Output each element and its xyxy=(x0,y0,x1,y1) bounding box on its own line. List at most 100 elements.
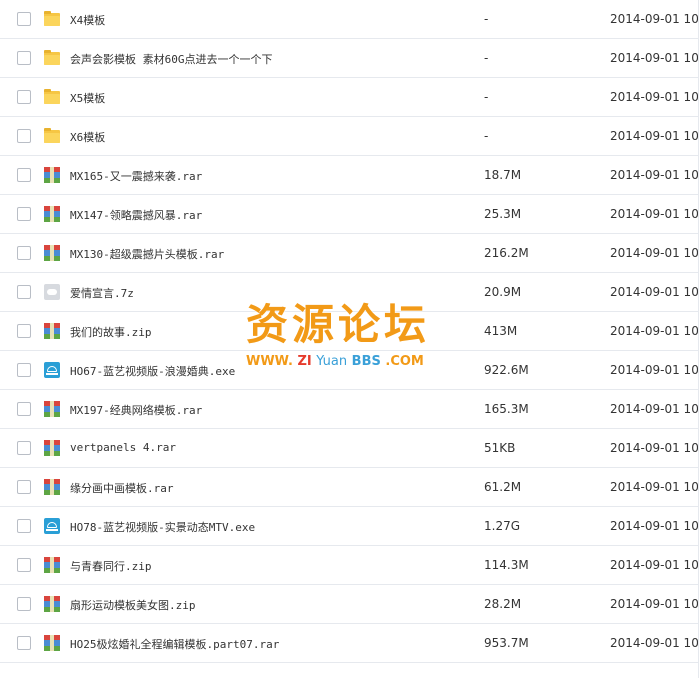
file-name-link[interactable]: MX147-领略震撼风暴.rar xyxy=(70,207,202,223)
file-name-link[interactable]: 我们的故事.zip xyxy=(70,324,152,340)
file-name-link[interactable]: HO25极炫婚礼全程编辑模板.part07.rar xyxy=(70,636,279,652)
file-row[interactable]: X4模板 - 2014-09-01 10:3 xyxy=(0,0,699,39)
file-size: - xyxy=(484,129,489,143)
row-checkbox[interactable] xyxy=(17,51,31,65)
file-size: 20.9M xyxy=(484,285,522,299)
file-name-link[interactable]: 爱情宣言.7z xyxy=(70,285,134,301)
file-size: 114.3M xyxy=(484,558,529,572)
file-row[interactable]: 扇形运动模板美女图.zip 28.2M 2014-09-01 10:3 xyxy=(0,585,699,624)
row-checkbox[interactable] xyxy=(17,597,31,611)
file-date: 2014-09-01 10:3 xyxy=(610,90,699,104)
rar-icon xyxy=(44,479,60,495)
file-row[interactable]: X6模板 - 2014-09-01 10:3 xyxy=(0,117,699,156)
file-size: - xyxy=(484,90,489,104)
file-date: 2014-09-01 10:3 xyxy=(610,558,699,572)
file-size: 922.6M xyxy=(484,363,529,377)
file-date: 2014-09-01 10:3 xyxy=(610,480,699,494)
row-checkbox[interactable] xyxy=(17,519,31,533)
rar-icon xyxy=(44,245,60,261)
file-name-link[interactable]: HO78-蓝艺视频版-实景动态MTV.exe xyxy=(70,519,255,535)
row-checkbox[interactable] xyxy=(17,363,31,377)
file-size: 51KB xyxy=(484,441,516,455)
rar-icon xyxy=(44,323,60,339)
row-checkbox[interactable] xyxy=(17,636,31,650)
file-row[interactable]: 会声会影模板 素材60G点进去一个一个下 - 2014-09-01 10:3 xyxy=(0,39,699,78)
folder-icon xyxy=(44,89,60,105)
file-name-link[interactable]: MX197-经典网络模板.rar xyxy=(70,402,202,418)
file-row[interactable]: MX197-经典网络模板.rar 165.3M 2014-09-01 10:3 xyxy=(0,390,699,429)
exe-icon xyxy=(44,518,60,534)
rar-icon xyxy=(44,635,60,651)
rar-icon xyxy=(44,401,60,417)
file-row[interactable]: MX165-又一震撼来袭.rar 18.7M 2014-09-01 10:3 xyxy=(0,156,699,195)
file-name-link[interactable]: 扇形运动模板美女图.zip xyxy=(70,597,196,613)
file-row[interactable]: HO78-蓝艺视频版-实景动态MTV.exe 1.27G 2014-09-01 10… xyxy=(0,507,699,546)
rar-icon xyxy=(44,167,60,183)
row-checkbox[interactable] xyxy=(17,441,31,455)
file-date: 2014-09-01 10:3 xyxy=(610,285,699,299)
file-date: 2014-09-01 10:3 xyxy=(610,168,699,182)
watermark-url-yuan: Yuan xyxy=(316,354,348,369)
watermark-url-com: .COM xyxy=(385,354,424,369)
row-checkbox[interactable] xyxy=(17,246,31,260)
file-date: 2014-09-01 10:3 xyxy=(610,597,699,611)
row-checkbox[interactable] xyxy=(17,558,31,572)
folder-icon xyxy=(44,128,60,144)
row-checkbox[interactable] xyxy=(17,12,31,26)
row-checkbox[interactable] xyxy=(17,480,31,494)
rar-icon xyxy=(44,206,60,222)
file-size: 28.2M xyxy=(484,597,522,611)
file-name-link[interactable]: 会声会影模板 素材60G点进去一个一个下 xyxy=(70,51,273,67)
file-date: 2014-09-01 10:3 xyxy=(610,402,699,416)
file-row[interactable]: 与青春同行.zip 114.3M 2014-09-01 10:3 xyxy=(0,546,699,585)
file-name-link[interactable]: 与青春同行.zip xyxy=(70,558,152,574)
watermark: 资源论坛 WWW. ZI Yuan BBS .COM xyxy=(246,302,456,370)
file-name-link[interactable]: X4模板 xyxy=(70,12,105,28)
row-checkbox[interactable] xyxy=(17,168,31,182)
file-date: 2014-09-01 10:3 xyxy=(610,207,699,221)
file-row[interactable]: 缘分画中画模板.rar 61.2M 2014-09-01 10:3 xyxy=(0,468,699,507)
file-date: 2014-09-01 10:3 xyxy=(610,363,699,377)
file-row[interactable]: X5模板 - 2014-09-01 10:3 xyxy=(0,78,699,117)
row-checkbox[interactable] xyxy=(17,90,31,104)
file-size: - xyxy=(484,51,489,65)
file-size: 1.27G xyxy=(484,519,521,533)
file-name-link[interactable]: MX130-超级震撼片头模板.rar xyxy=(70,246,224,262)
file-date: 2014-09-01 10:3 xyxy=(610,636,699,650)
rar-icon xyxy=(44,596,60,612)
file-name-link[interactable]: vertpanels 4.rar xyxy=(70,441,176,454)
watermark-url-bbs: BBS xyxy=(351,354,381,369)
file-size: 18.7M xyxy=(484,168,522,182)
row-checkbox[interactable] xyxy=(17,285,31,299)
row-checkbox[interactable] xyxy=(17,402,31,416)
file-date: 2014-09-01 10:3 xyxy=(610,519,699,533)
file-date: 2014-09-01 10:3 xyxy=(610,246,699,260)
rar-icon xyxy=(44,440,60,456)
file-row[interactable]: MX130-超级震撼片头模板.rar 216.2M 2014-09-01 10:3 xyxy=(0,234,699,273)
watermark-url-zi: ZI xyxy=(297,354,312,369)
watermark-url: WWW. ZI Yuan BBS .COM xyxy=(246,354,456,370)
file-size: 216.2M xyxy=(484,246,529,260)
file-name-link[interactable]: 缘分画中画模板.rar xyxy=(70,480,174,496)
file-date: 2014-09-01 10:3 xyxy=(610,441,699,455)
file-row[interactable]: MX147-领略震撼风暴.rar 25.3M 2014-09-01 10:3 xyxy=(0,195,699,234)
file-name-link[interactable]: X5模板 xyxy=(70,90,105,106)
file-row[interactable]: vertpanels 4.rar 51KB 2014-09-01 10:3 xyxy=(0,429,699,468)
file-size: 61.2M xyxy=(484,480,522,494)
file-row[interactable]: HO25极炫婚礼全程编辑模板.part07.rar 953.7M 2014-09-0… xyxy=(0,624,699,663)
file-date: 2014-09-01 10:3 xyxy=(610,324,699,338)
folder-icon xyxy=(44,50,60,66)
row-checkbox[interactable] xyxy=(17,324,31,338)
row-checkbox[interactable] xyxy=(17,207,31,221)
archive-7z-icon xyxy=(44,284,60,300)
folder-icon xyxy=(44,11,60,27)
file-size: - xyxy=(484,12,489,26)
file-size: 413M xyxy=(484,324,518,338)
file-name-link[interactable]: MX165-又一震撼来袭.rar xyxy=(70,168,202,184)
file-name-link[interactable]: X6模板 xyxy=(70,129,105,145)
watermark-title: 资源论坛 xyxy=(246,300,431,349)
file-name-link[interactable]: HO67-蓝艺视频版-浪漫婚典.exe xyxy=(70,363,235,379)
file-size: 25.3M xyxy=(484,207,522,221)
watermark-url-www: WWW. xyxy=(246,354,293,369)
row-checkbox[interactable] xyxy=(17,129,31,143)
